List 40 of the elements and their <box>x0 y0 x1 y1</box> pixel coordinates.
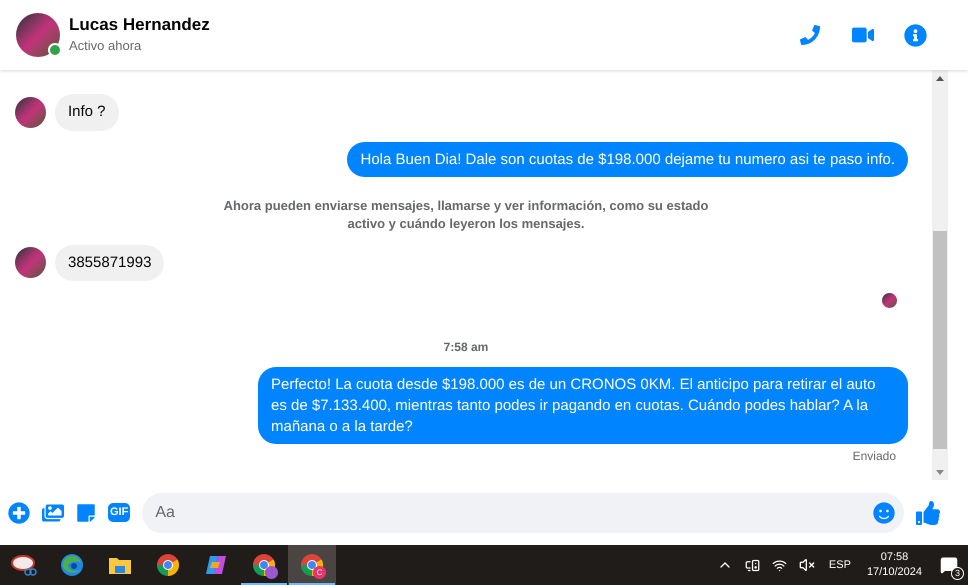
seen-avatar <box>882 293 897 308</box>
gif-button[interactable]: GIF <box>108 503 130 522</box>
wifi-icon[interactable] <box>772 558 787 572</box>
outgoing-message: Perfecto! La cuota desde $198.000 es de un CRONOS 0KM. El anticipo para retirar el auto es de $7.133.400, mientras tanto podes ir pagando en cuotas. Cuándo podes hablar? A la mañana o a la tarde? <box>258 367 908 444</box>
incoming-message: 3855871993 <box>55 244 164 281</box>
notification-count: 3 <box>951 567 964 580</box>
camera-icon[interactable] <box>744 558 760 572</box>
scroll-up-icon[interactable] <box>936 76 944 81</box>
message-input[interactable]: Aa <box>142 492 904 532</box>
outgoing-message: Hola Buen Dia! Dale son cuotas de $198.000 dejame tu numero asi te paso info. <box>347 142 908 176</box>
profile-badge <box>265 566 278 579</box>
clock[interactable]: 07:58 17/10/2024 <box>866 550 922 580</box>
edge-icon <box>60 553 84 577</box>
system-notice: Ahora pueden enviarse mensajes, llamarse y ver información, como su estado activo y cuándo leyeron los mensajes. <box>222 196 710 232</box>
sticker-button[interactable] <box>76 502 96 522</box>
profile-badge: C <box>313 566 326 579</box>
scrollbar[interactable] <box>932 70 948 480</box>
scroll-down-icon[interactable] <box>936 470 944 475</box>
chrome-icon <box>156 553 180 577</box>
scissors-icon <box>11 554 37 576</box>
like-button[interactable] <box>916 500 940 524</box>
contact-name[interactable]: Lucas Hernandez <box>69 14 210 36</box>
active-status: Activo ahora <box>69 37 142 56</box>
message-timestamp: 7:58 am <box>444 339 488 356</box>
language-indicator[interactable]: ESP <box>828 556 851 574</box>
incoming-message: Info ? <box>55 94 119 130</box>
avatar-photo <box>16 13 60 57</box>
gallery-button[interactable] <box>42 502 64 524</box>
folder-icon <box>108 555 132 575</box>
avatar-photo <box>15 96 46 128</box>
taskbar-app-button[interactable]: C <box>288 545 336 585</box>
scrollbar-thumb[interactable] <box>933 231 947 449</box>
delivery-status: Enviado <box>852 448 896 465</box>
muted-speaker-icon[interactable] <box>798 557 815 573</box>
info-button[interactable] <box>903 22 928 48</box>
copilot-icon <box>204 554 228 576</box>
emoji-icon[interactable] <box>873 502 895 524</box>
add-button[interactable] <box>8 502 30 524</box>
phone-call-button[interactable] <box>797 22 823 48</box>
avatar-photo <box>15 247 46 278</box>
